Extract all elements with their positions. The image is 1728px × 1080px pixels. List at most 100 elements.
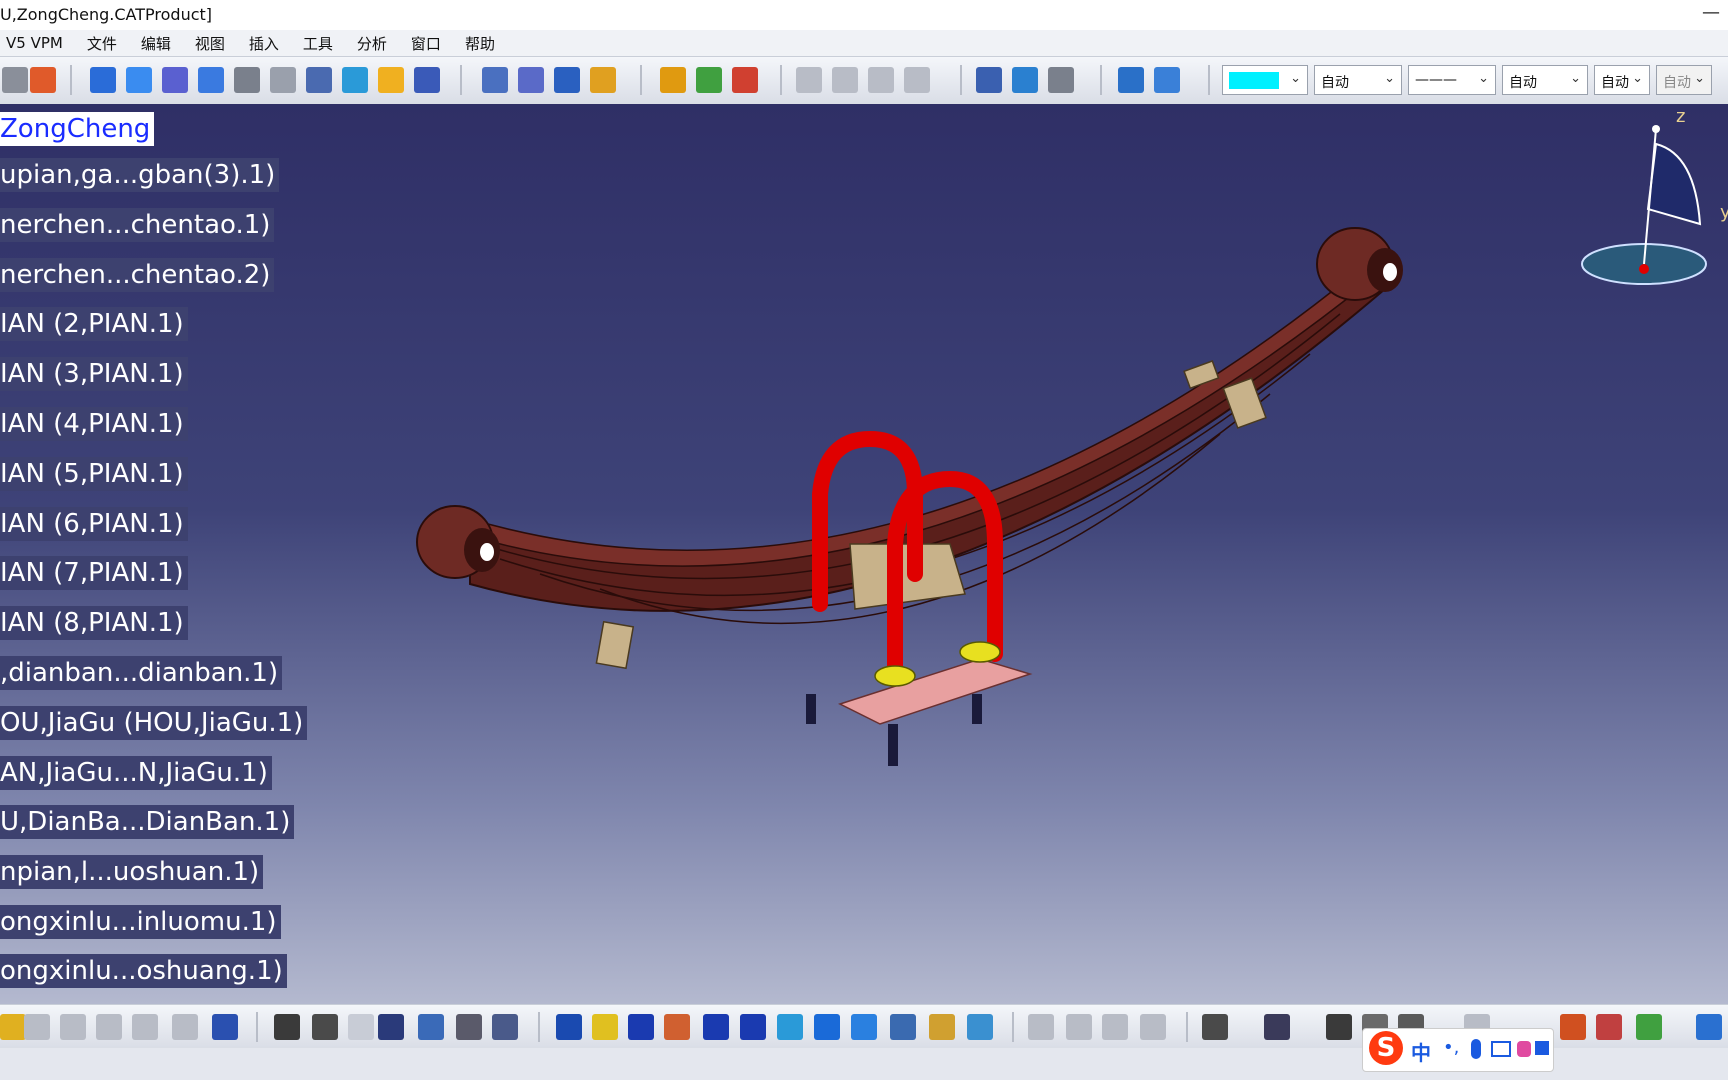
tree-root[interactable]: ZongCheng bbox=[0, 112, 155, 146]
compass-top-handle[interactable] bbox=[1652, 125, 1660, 133]
ime-punct-toggle[interactable]: •, bbox=[1443, 1037, 1459, 1058]
tree-item[interactable]: AN,JiaGu...N,JiaGu.1) bbox=[0, 756, 272, 790]
line-weight-combo[interactable]: 自动 ⌄ bbox=[1502, 65, 1588, 95]
next-icon[interactable] bbox=[1066, 1014, 1092, 1040]
undo-icon[interactable] bbox=[132, 1014, 158, 1040]
pencil-icon[interactable] bbox=[270, 67, 296, 93]
minimize-button[interactable]: — bbox=[1702, 2, 1720, 23]
update-icon[interactable] bbox=[976, 67, 1002, 93]
existing-component-icon[interactable] bbox=[234, 67, 260, 93]
analysis-icon[interactable] bbox=[1028, 1014, 1054, 1040]
table-icon[interactable] bbox=[378, 1014, 404, 1040]
tree-item[interactable]: IAN (8,PIAN.1) bbox=[0, 606, 188, 640]
tree-item[interactable]: IAN (3,PIAN.1) bbox=[0, 357, 188, 391]
multi-instance-icon[interactable] bbox=[414, 67, 440, 93]
paste-icon[interactable] bbox=[96, 1014, 122, 1040]
shading-icon[interactable] bbox=[890, 1014, 916, 1040]
cut-icon[interactable] bbox=[24, 1014, 50, 1040]
constraint-icon[interactable] bbox=[90, 67, 116, 93]
pan-icon[interactable] bbox=[628, 1014, 654, 1040]
fly-icon[interactable] bbox=[556, 1014, 582, 1040]
new-component-icon[interactable] bbox=[126, 67, 152, 93]
hide-show-icon[interactable] bbox=[929, 1014, 955, 1040]
parameters-icon[interactable] bbox=[492, 1014, 518, 1040]
sogou-logo-icon[interactable]: S bbox=[1369, 1031, 1403, 1065]
menu-window[interactable]: 窗口 bbox=[411, 33, 441, 54]
iso-view-icon[interactable] bbox=[851, 1014, 877, 1040]
skin-icon[interactable] bbox=[1517, 1041, 1531, 1057]
tree-item[interactable]: IAN (6,PIAN.1) bbox=[0, 507, 188, 541]
apply-material-icon[interactable] bbox=[1636, 1014, 1662, 1040]
new-part-icon[interactable] bbox=[198, 67, 224, 93]
tree-expand-icon[interactable] bbox=[418, 1014, 444, 1040]
tree-item[interactable]: IAN (7,PIAN.1) bbox=[0, 556, 188, 590]
macro-icon[interactable] bbox=[348, 1014, 374, 1040]
explode-icon[interactable] bbox=[554, 67, 580, 93]
measure-between-icon[interactable] bbox=[1326, 1014, 1352, 1040]
tree-item[interactable]: IAN (2,PIAN.1) bbox=[0, 307, 188, 341]
quick-constraint-icon[interactable] bbox=[904, 67, 930, 93]
measure-icon[interactable] bbox=[1264, 1014, 1290, 1040]
tree-item[interactable]: upian,ga...gban(3).1) bbox=[0, 158, 280, 192]
lock-icon[interactable] bbox=[456, 1014, 482, 1040]
transparency-combo[interactable]: 自动 ⌄ bbox=[1314, 65, 1402, 95]
replace-component-icon[interactable] bbox=[306, 67, 332, 93]
toolbox-icon[interactable] bbox=[1535, 1041, 1549, 1055]
walk-mode-icon[interactable] bbox=[1154, 67, 1180, 93]
graph-tree-icon[interactable] bbox=[342, 67, 368, 93]
menu-help[interactable]: 帮助 bbox=[465, 33, 495, 54]
fix-component-icon[interactable] bbox=[832, 67, 858, 93]
manipulate-icon[interactable] bbox=[482, 67, 508, 93]
snap-icon[interactable] bbox=[518, 67, 544, 93]
rotate-icon[interactable] bbox=[664, 1014, 690, 1040]
section-icon[interactable] bbox=[1140, 1014, 1166, 1040]
new-product-icon[interactable] bbox=[162, 67, 188, 93]
ime-toolbar[interactable]: S 中 •, bbox=[1362, 1028, 1554, 1072]
3d-viewport[interactable]: z y ZongCheng upian,ga...gban(3).1) nerc… bbox=[0, 104, 1728, 1004]
offset-constraint-icon[interactable] bbox=[732, 67, 758, 93]
layer-combo[interactable]: 自动 ⌄ bbox=[1656, 65, 1712, 95]
knowledge-icon[interactable] bbox=[312, 1014, 338, 1040]
workbench-icon[interactable] bbox=[1696, 1014, 1722, 1040]
fly-mode-icon[interactable] bbox=[1118, 67, 1144, 93]
tree-item[interactable]: nerchen...chentao.1) bbox=[0, 208, 275, 242]
menu-vpm[interactable]: V5 VPM bbox=[6, 34, 63, 52]
tree-item[interactable]: U,DianBa...DianBan.1) bbox=[0, 805, 295, 839]
microphone-icon[interactable] bbox=[1471, 1039, 1481, 1059]
redo-icon[interactable] bbox=[172, 1014, 198, 1040]
menu-analysis[interactable]: 分析 bbox=[357, 33, 387, 54]
coincidence-constraint-icon[interactable] bbox=[660, 67, 686, 93]
clash-icon[interactable] bbox=[1102, 1014, 1128, 1040]
multi-view-icon[interactable] bbox=[814, 1014, 840, 1040]
swap-visible-icon[interactable] bbox=[967, 1014, 993, 1040]
menu-file[interactable]: 文件 bbox=[87, 33, 117, 54]
select-icon[interactable] bbox=[0, 1014, 26, 1040]
tree-item[interactable]: ,dianban...dianban.1) bbox=[0, 656, 283, 690]
tree-item[interactable]: ongxinlu...inluomu.1) bbox=[0, 905, 281, 939]
scene-icon[interactable] bbox=[1012, 67, 1038, 93]
tree-item[interactable]: npian,l...uoshuan.1) bbox=[0, 855, 264, 889]
tree-item[interactable]: nerchen...chentao.2) bbox=[0, 258, 275, 292]
menu-tools[interactable]: 工具 bbox=[303, 33, 333, 54]
point-type-combo[interactable]: 自动 ⌄ bbox=[1594, 65, 1650, 95]
line-type-combo[interactable]: ——— ⌄ bbox=[1408, 65, 1496, 95]
fit-all-icon[interactable] bbox=[592, 1014, 618, 1040]
tree-item[interactable]: OU,JiaGu (HOU,JiaGu.1) bbox=[0, 706, 308, 740]
zoom-out-icon[interactable] bbox=[740, 1014, 766, 1040]
ime-mode-toggle[interactable]: 中 bbox=[1411, 1037, 1431, 1066]
angle-constraint-icon[interactable] bbox=[796, 67, 822, 93]
compass[interactable] bbox=[1580, 114, 1728, 304]
tree-item[interactable]: IAN (4,PIAN.1) bbox=[0, 407, 188, 441]
stop-manipulate-icon[interactable] bbox=[590, 67, 616, 93]
camera-icon[interactable] bbox=[1202, 1014, 1228, 1040]
menu-edit[interactable]: 编辑 bbox=[141, 33, 171, 54]
tree-item[interactable]: ongxinlu...oshuang.1) bbox=[0, 954, 287, 988]
color-combo[interactable]: ⌄ bbox=[1222, 65, 1308, 95]
formula-icon[interactable] bbox=[274, 1014, 300, 1040]
render-icon[interactable] bbox=[1560, 1014, 1586, 1040]
material-icon[interactable] bbox=[1596, 1014, 1622, 1040]
normal-view-icon[interactable] bbox=[777, 1014, 803, 1040]
zoom-in-icon[interactable] bbox=[703, 1014, 729, 1040]
menu-view[interactable]: 视图 bbox=[195, 33, 225, 54]
menu-insert[interactable]: 插入 bbox=[249, 33, 279, 54]
